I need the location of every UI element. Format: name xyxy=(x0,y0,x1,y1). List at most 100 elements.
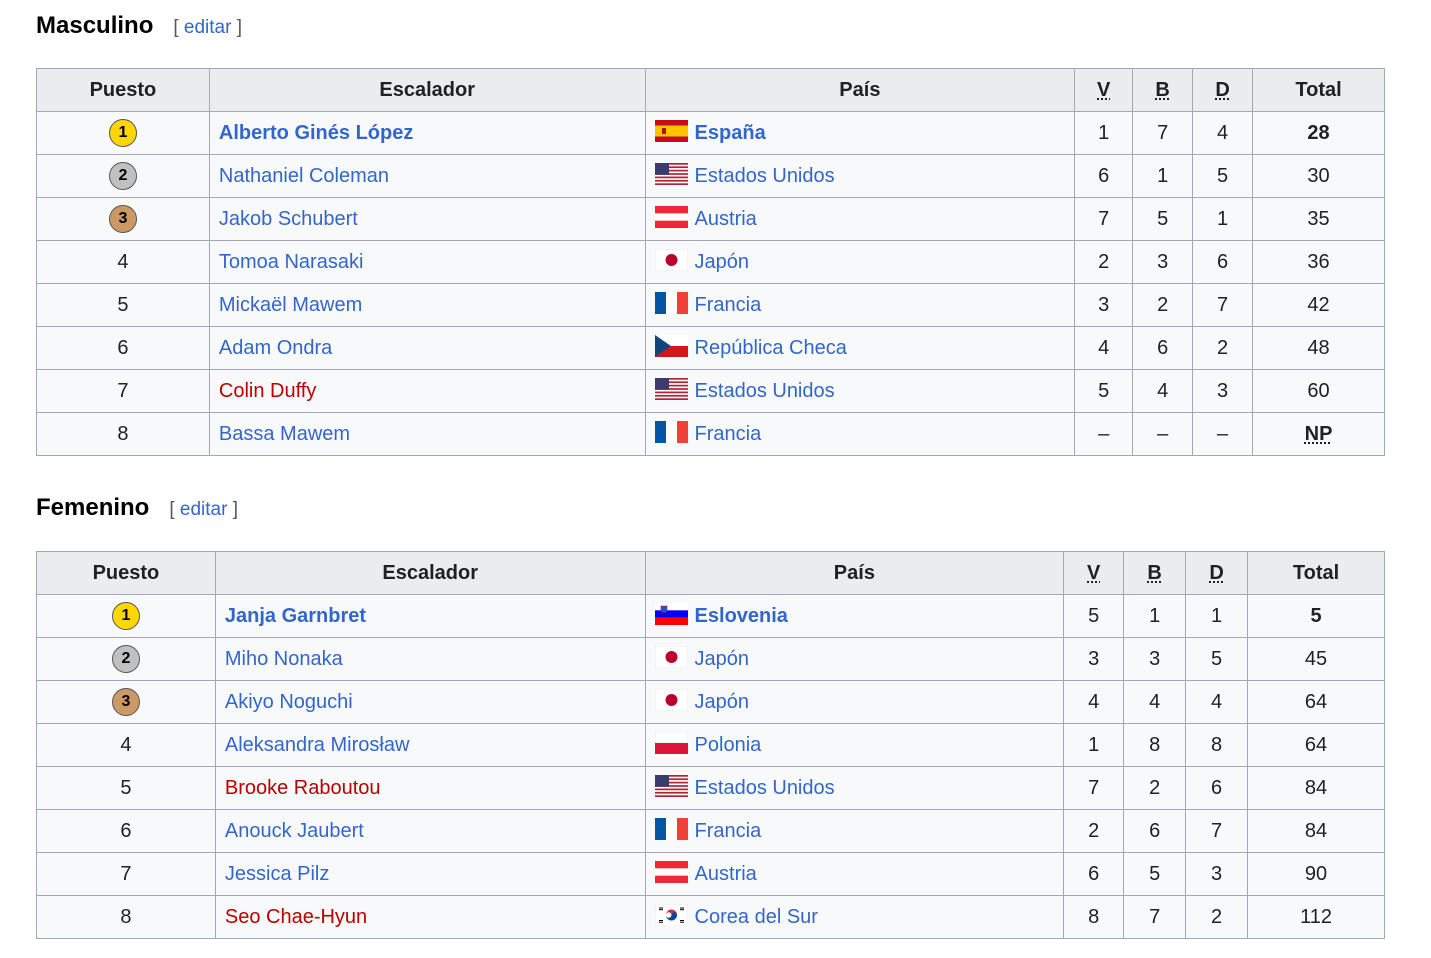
climber-link[interactable]: Alberto Ginés López xyxy=(219,122,413,144)
climber-link[interactable]: Anouck Jaubert xyxy=(225,820,364,842)
score-b-cell: 5 xyxy=(1132,197,1194,241)
table-row: 2 Nathaniel Coleman Estados Unidos 6 1 5 30 xyxy=(36,154,1385,198)
country-link[interactable]: Corea del Sur xyxy=(695,906,818,928)
poland-flag-icon xyxy=(654,732,688,755)
table-header-row: Puesto Escalador País V B D Total xyxy=(36,68,1385,112)
climber-link[interactable]: Akiyo Noguchi xyxy=(225,691,353,713)
climber-cell: Janja Garnbret xyxy=(214,594,646,638)
rank-cell: 5 xyxy=(36,283,210,327)
country-cell: Estados Unidos xyxy=(644,369,1076,413)
header-d: D xyxy=(1192,68,1254,112)
climber-link[interactable]: Brooke Raboutou xyxy=(225,777,381,799)
gold-medal-icon: 1 xyxy=(108,119,137,147)
total-value: NP xyxy=(1304,422,1333,445)
usa-flag-icon xyxy=(654,378,688,401)
country-link[interactable]: Eslovenia xyxy=(695,605,788,627)
total-value: 84 xyxy=(1304,819,1328,842)
rank-cell: 3 xyxy=(36,197,210,241)
country-cell: Austria xyxy=(644,197,1076,241)
climber-link[interactable]: Miho Nonaka xyxy=(225,648,343,670)
country-link[interactable]: Japón xyxy=(695,251,750,273)
score-b-cell: 4 xyxy=(1132,369,1194,413)
usa-flag-icon xyxy=(654,775,688,798)
total-cell: 112 xyxy=(1247,895,1385,939)
country-link[interactable]: Austria xyxy=(695,863,757,885)
score-v-cell: 7 xyxy=(1063,766,1125,810)
score-b-cell: 2 xyxy=(1123,766,1187,810)
rank-cell: 1 xyxy=(36,594,216,638)
total-value: 84 xyxy=(1304,776,1328,799)
edit-link[interactable]: editar xyxy=(180,499,228,520)
france-flag-icon xyxy=(654,818,688,841)
climber-cell: Brooke Raboutou xyxy=(214,766,646,810)
climber-cell: Akiyo Noguchi xyxy=(214,680,646,724)
score-b-cell: 6 xyxy=(1132,326,1194,370)
score-v-cell: 1 xyxy=(1063,723,1125,767)
header-rank: Puesto xyxy=(36,68,210,112)
total-cell: 64 xyxy=(1247,680,1385,724)
score-d-cell: 1 xyxy=(1192,197,1254,241)
total-cell: 42 xyxy=(1252,283,1385,327)
score-d-cell: 7 xyxy=(1185,809,1249,853)
climber-link[interactable]: Colin Duffy xyxy=(219,380,316,402)
climber-link[interactable]: Bassa Mawem xyxy=(219,423,350,445)
country-link[interactable]: Estados Unidos xyxy=(695,777,835,799)
climber-link[interactable]: Tomoa Narasaki xyxy=(219,251,364,273)
bronze-medal-icon: 3 xyxy=(108,205,137,233)
country-link[interactable]: República Checa xyxy=(695,337,847,359)
country-link[interactable]: Estados Unidos xyxy=(695,380,835,402)
table-row: 8 Seo Chae-Hyun Corea del Sur 8 7 2 112 xyxy=(36,895,1385,939)
country-link[interactable]: Francia xyxy=(695,820,762,842)
score-v-cell: 1 xyxy=(1074,111,1134,155)
total-value: 64 xyxy=(1304,690,1328,713)
score-v-cell: 5 xyxy=(1063,594,1125,638)
section-heading-femenino: Femenino [ editar ] xyxy=(36,494,238,530)
score-d-cell: – xyxy=(1192,412,1254,456)
climber-cell: Colin Duffy xyxy=(208,369,646,413)
climber-link[interactable]: Aleksandra Mirosław xyxy=(225,734,410,756)
country-link[interactable]: Austria xyxy=(695,208,757,230)
total-cell: 90 xyxy=(1247,852,1385,896)
country-link[interactable]: Polonia xyxy=(695,734,762,756)
country-link[interactable]: España xyxy=(695,122,766,144)
country-link[interactable]: Francia xyxy=(695,423,762,445)
header-country: País xyxy=(644,68,1076,112)
score-v-cell: 4 xyxy=(1063,680,1125,724)
climber-link[interactable]: Jakob Schubert xyxy=(219,208,358,230)
edit-link[interactable]: editar xyxy=(184,17,232,38)
header-v: V xyxy=(1074,68,1134,112)
country-link[interactable]: Japón xyxy=(695,691,750,713)
score-b-cell: 4 xyxy=(1123,680,1187,724)
silver-medal-icon: 2 xyxy=(111,645,140,673)
country-link[interactable]: Estados Unidos xyxy=(695,165,835,187)
results-table-femenino: Puesto Escalador País V B D Total 1 Janja… xyxy=(36,551,1385,939)
score-b-cell: 1 xyxy=(1123,594,1187,638)
climber-link[interactable]: Jessica Pilz xyxy=(225,863,329,885)
table-row: 1 Alberto Ginés López España 1 7 4 28 xyxy=(36,111,1385,155)
bronze-medal-icon: 3 xyxy=(111,688,140,716)
header-total: Total xyxy=(1252,68,1385,112)
rank-cell: 8 xyxy=(36,895,216,939)
score-d-cell: 4 xyxy=(1185,680,1249,724)
climber-link[interactable]: Mickaël Mawem xyxy=(219,294,362,316)
score-d-cell: 7 xyxy=(1192,283,1254,327)
table-row: 5 Mickaël Mawem Francia 3 2 7 42 xyxy=(36,283,1385,327)
climber-link[interactable]: Seo Chae-Hyun xyxy=(225,906,367,928)
total-cell: 84 xyxy=(1247,766,1385,810)
climber-link[interactable]: Janja Garnbret xyxy=(225,605,366,627)
climber-link[interactable]: Nathaniel Coleman xyxy=(219,165,389,187)
edit-section-link-wrapper: [ editar ] xyxy=(173,17,243,38)
score-v-cell: 7 xyxy=(1074,197,1134,241)
japan-flag-icon xyxy=(654,689,688,712)
gold-medal-icon: 1 xyxy=(111,602,140,630)
country-link[interactable]: Japón xyxy=(695,648,750,670)
climber-cell: Jessica Pilz xyxy=(214,852,646,896)
climber-link[interactable]: Adam Ondra xyxy=(219,337,332,359)
climber-cell: Nathaniel Coleman xyxy=(208,154,646,198)
japan-flag-icon xyxy=(654,249,688,272)
country-link[interactable]: Francia xyxy=(695,294,762,316)
total-cell: 5 xyxy=(1247,594,1385,638)
rank-cell: 2 xyxy=(36,154,210,198)
total-cell: 84 xyxy=(1247,809,1385,853)
header-rank: Puesto xyxy=(36,551,216,595)
